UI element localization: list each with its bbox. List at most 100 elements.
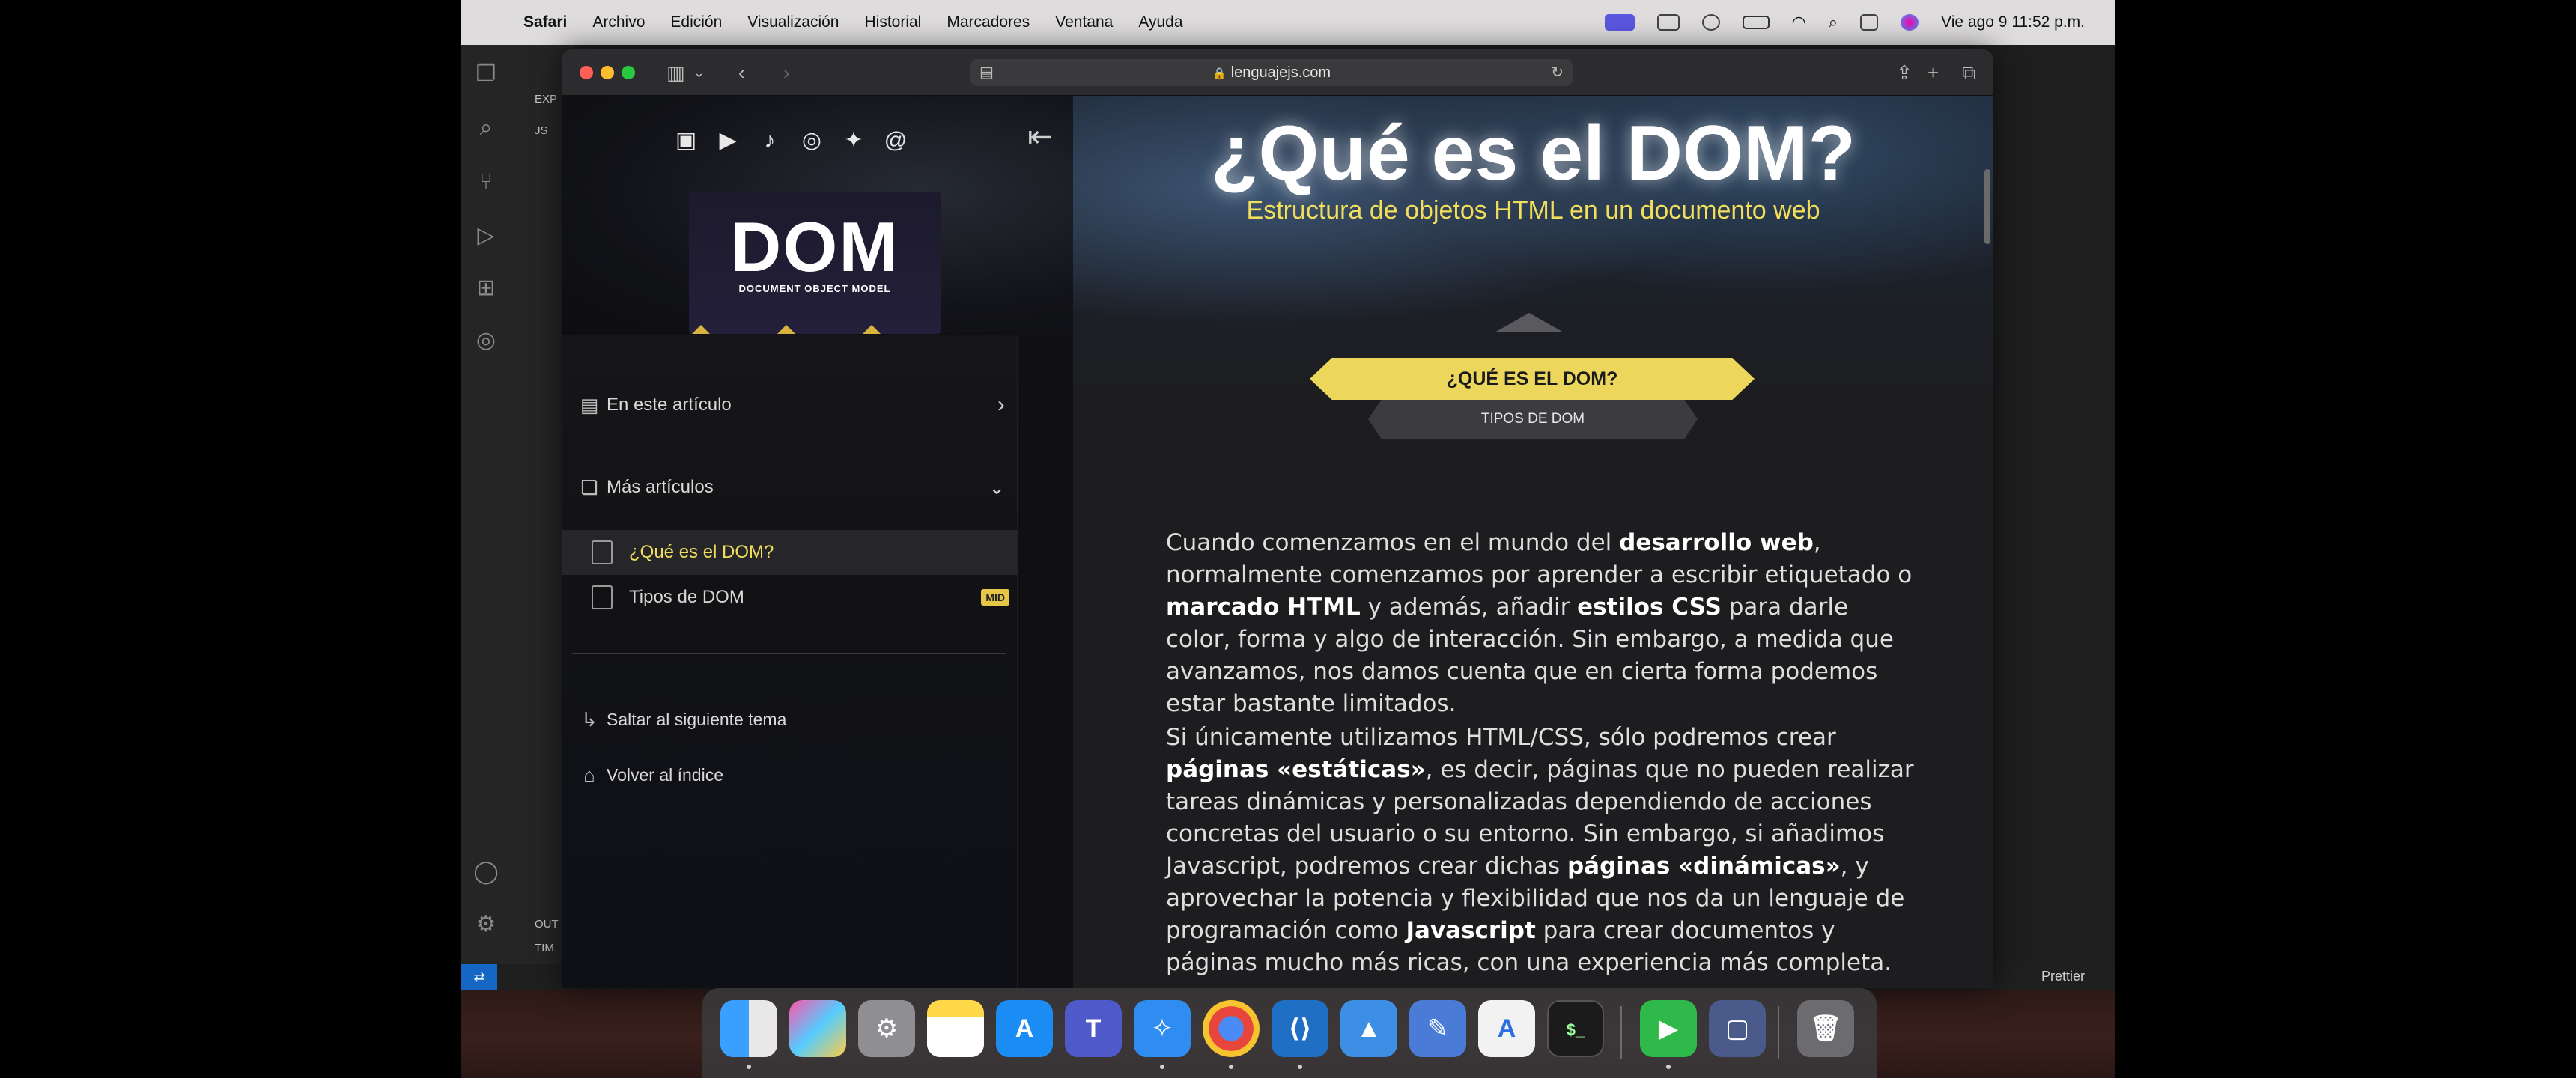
twitter-icon[interactable]: ✦ <box>840 127 867 154</box>
source-control-icon[interactable]: ⑂ <box>472 168 500 196</box>
tiktok-icon[interactable]: ♪ <box>756 127 783 154</box>
home-icon: ⌂ <box>583 763 595 786</box>
chevron-down-icon: ⌄ <box>988 475 1005 499</box>
running-indicator <box>1298 1065 1302 1069</box>
zoom-window-button[interactable] <box>622 66 635 79</box>
threads-icon[interactable]: @ <box>882 127 909 154</box>
tab-overview-icon[interactable]: ⧉ <box>1962 60 1976 85</box>
siri-icon[interactable] <box>1901 14 1919 31</box>
launchpad-icon[interactable] <box>789 1000 846 1057</box>
menu-item-marcadores[interactable]: Marcadores <box>934 13 1042 31</box>
page-title: ¿Qué es el DOM? <box>1210 110 1856 197</box>
menu-item-historial[interactable]: Historial <box>851 13 934 31</box>
back-button[interactable]: ‹ <box>738 60 745 85</box>
app-icon[interactable]: A <box>1478 1000 1535 1057</box>
in-article-toggle[interactable]: ▤ En este artículo › <box>572 386 1018 424</box>
git-graph-icon[interactable]: ◎ <box>472 326 500 355</box>
current-topic-pill[interactable]: ¿QUÉ ES EL DOM? <box>1310 358 1755 400</box>
article-link-que-es-el-dom[interactable]: ¿Qué es el DOM? <box>562 530 1018 575</box>
safari-window: ▥ ⌄ ‹ › ▤ 🔒 lenguajejs.com ↻ ⇪ + ⧉ ▣ ▶ ♪ … <box>562 49 1993 988</box>
trash-icon[interactable]: 🗑 <box>1797 1000 1854 1057</box>
running-indicator <box>747 1065 751 1069</box>
explorer-icon[interactable]: ❐ <box>472 60 500 88</box>
close-window-button[interactable] <box>580 66 593 79</box>
remote-indicator[interactable]: ⇄ <box>461 964 497 990</box>
skip-topic-link[interactable]: ↳ Saltar al siguiente tema <box>572 701 1018 738</box>
timeline-section[interactable]: TIM <box>535 942 554 954</box>
menu-item-visualizacion[interactable]: Visualización <box>735 13 851 31</box>
chevron-down-icon[interactable]: ⌄ <box>693 60 705 85</box>
app-store-icon[interactable]: A <box>996 1000 1053 1057</box>
menu-app-name[interactable]: Safari <box>511 13 580 31</box>
page-scrollbar[interactable] <box>1984 169 1990 244</box>
menu-item-ventana[interactable]: Ventana <box>1042 13 1126 31</box>
bold-term: marcado HTML <box>1166 594 1361 621</box>
system-settings-icon[interactable]: ⚙ <box>858 1000 915 1057</box>
vscode-icon[interactable]: ⟨⟩ <box>1272 1000 1328 1057</box>
back-to-index-link[interactable]: ⌂ Volver al índice <box>572 756 1018 794</box>
finder-icon[interactable] <box>720 1000 777 1057</box>
notes-icon[interactable] <box>927 1000 984 1057</box>
account-icon[interactable]: ◯ <box>472 858 500 886</box>
settings-gear-icon[interactable]: ⚙ <box>472 910 500 939</box>
search-icon[interactable]: ⌕ <box>472 114 500 142</box>
collapse-sidebar-icon[interactable]: ⇤ <box>1027 120 1053 154</box>
reload-icon[interactable]: ↻ <box>1551 59 1564 86</box>
terminal-icon[interactable]: $_ <box>1547 1000 1604 1057</box>
run-debug-icon[interactable]: ▷ <box>472 222 500 250</box>
instagram-icon[interactable]: ◎ <box>798 127 825 154</box>
instruments-icon[interactable]: ✎ <box>1409 1000 1466 1057</box>
url-text: lenguajejs.com <box>1230 64 1331 81</box>
desktop: Safari Archivo Edición Visualización His… <box>461 0 2115 1078</box>
new-tab-icon[interactable]: + <box>1928 60 1939 85</box>
next-topic-pill[interactable]: TIPOS DE DOM <box>1368 400 1698 439</box>
app-icon[interactable]: ▲ <box>1340 1000 1397 1057</box>
facetime-icon[interactable]: ▶ <box>1640 1000 1697 1057</box>
forward-button[interactable]: › <box>783 60 790 85</box>
back-index-label: Volver al índice <box>607 764 723 785</box>
previous-topic-arrow[interactable] <box>1495 313 1564 332</box>
cover-decoration <box>689 325 713 334</box>
youtube-icon[interactable]: ▶ <box>714 127 741 154</box>
cover-title: DOM <box>730 207 899 286</box>
address-bar[interactable]: ▤ 🔒 lenguajejs.com ↻ <box>970 59 1573 86</box>
sidebar-divider <box>572 653 1006 654</box>
chrome-icon[interactable] <box>1203 1000 1260 1057</box>
folder-js-label[interactable]: JS <box>535 124 548 137</box>
display-icon[interactable] <box>1656 14 1680 31</box>
twitch-icon[interactable]: ▣ <box>672 127 699 154</box>
article-paragraph-1: Cuando comenzamos en el mundo del desarr… <box>1166 527 1915 720</box>
outline-section[interactable]: OUT <box>535 918 559 931</box>
article-link-tipos-de-dom[interactable]: Tipos de DOM MID <box>562 575 1018 620</box>
in-article-label: En este artículo <box>607 395 732 415</box>
wifi-icon[interactable]: ◠ <box>1792 13 1806 32</box>
macos-dock: ⚙ A T ✧ ⟨⟩ ▲ ✎ A $_ ▶ ▢ 🗑 <box>702 988 1877 1078</box>
reader-icon[interactable]: ▤ <box>979 59 994 86</box>
minimize-window-button[interactable] <box>601 66 614 79</box>
prettier-status[interactable]: Prettier <box>2041 969 2085 984</box>
article-paragraph-2: Si únicamente utilizamos HTML/CSS, sólo … <box>1166 722 1915 979</box>
more-articles-label: Más artículos <box>607 477 714 497</box>
sidebar-toggle-icon[interactable]: ▥ <box>666 60 685 85</box>
airdrop-icon[interactable] <box>1701 14 1720 31</box>
safari-icon[interactable]: ✧ <box>1134 1000 1191 1057</box>
menu-item-ayuda[interactable]: Ayuda <box>1126 13 1195 31</box>
menu-item-archivo[interactable]: Archivo <box>580 13 657 31</box>
menu-item-edicion[interactable]: Edición <box>657 13 735 31</box>
more-articles-toggle[interactable]: ❏ Más artículos ⌄ <box>572 469 1018 506</box>
extensions-icon[interactable]: ⊞ <box>472 274 500 302</box>
article-link-label: ¿Qué es el DOM? <box>629 542 774 562</box>
share-icon[interactable]: ⇪ <box>1896 60 1913 85</box>
text-span: Cuando comenzamos en el mundo del <box>1166 529 1620 556</box>
battery-icon[interactable] <box>1742 16 1770 29</box>
menu-bar-status-area: ◠ ⌕ Vie ago 9 11:52 p.m. <box>1604 13 2115 32</box>
article-cover-image: DOM DOCUMENT OBJECT MODEL <box>689 192 941 334</box>
arrow-return-icon: ↳ <box>581 707 598 731</box>
teams-icon[interactable]: T <box>1065 1000 1122 1057</box>
menu-bar-clock[interactable]: Vie ago 9 11:52 p.m. <box>1941 13 2085 31</box>
screen-share-icon[interactable] <box>1604 14 1635 31</box>
search-icon[interactable]: ⌕ <box>1829 13 1838 32</box>
sidebar-navigation: ▤ En este artículo › ❏ Más artículos ⌄ ¿… <box>562 335 1018 988</box>
control-center-icon[interactable] <box>1860 14 1879 31</box>
preview-icon[interactable]: ▢ <box>1709 1000 1766 1057</box>
